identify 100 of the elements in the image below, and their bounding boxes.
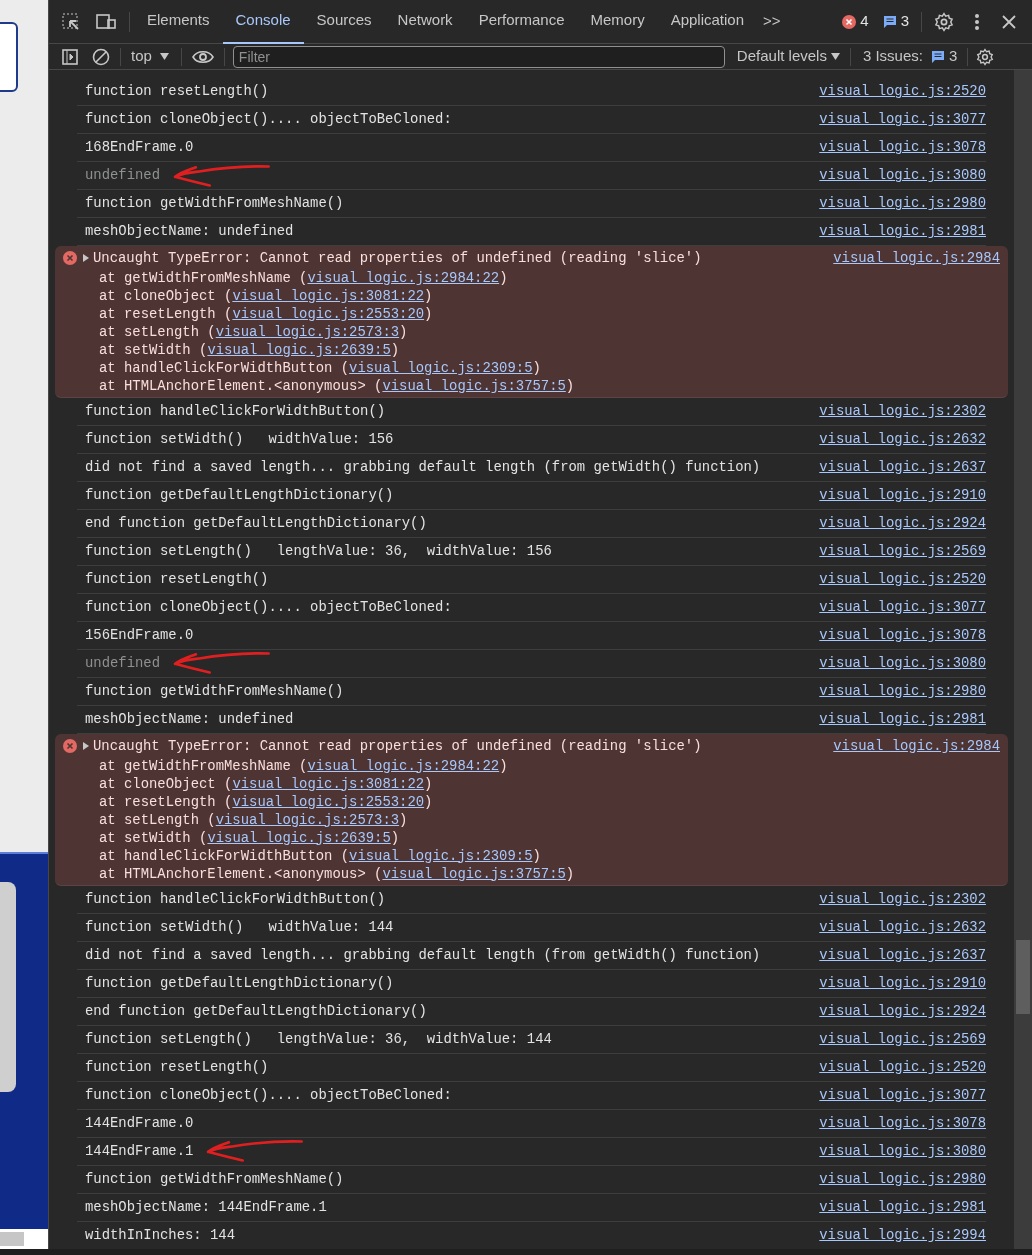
source-link[interactable]: visual_logic.js:3080 xyxy=(819,1140,986,1162)
stack-frame-link[interactable]: visual_logic.js:2573:3 xyxy=(215,811,400,828)
issues-count[interactable]: 3 xyxy=(948,45,958,68)
source-link[interactable]: visual_logic.js:2980 xyxy=(819,193,986,214)
expand-triangle-icon[interactable] xyxy=(81,740,91,751)
panel-tab[interactable]: Network xyxy=(384,0,466,44)
stack-frame-link[interactable]: visual_logic.js:2639:5 xyxy=(207,829,391,846)
expand-triangle-icon[interactable] xyxy=(81,253,91,263)
message-icon xyxy=(930,49,945,64)
source-link[interactable]: visual_logic.js:2520 xyxy=(819,1056,986,1078)
source-link[interactable]: visual_logic.js:2302 xyxy=(819,400,986,422)
stack-frame: ) xyxy=(499,757,508,774)
log-message: function resetLength() xyxy=(85,569,269,589)
panel-tab[interactable]: Application xyxy=(657,0,758,44)
source-link[interactable]: visual_logic.js:2302 xyxy=(819,888,986,910)
panel-tab[interactable]: Elements xyxy=(134,0,223,44)
log-message: function setWidth() widthValue: 144 xyxy=(85,917,394,937)
horizontal-scrollbar[interactable] xyxy=(0,1229,48,1249)
issue-count[interactable]: 3 xyxy=(900,10,909,33)
stack-frame: ) xyxy=(399,323,408,340)
source-link[interactable]: visual_logic.js:2569 xyxy=(819,540,986,562)
source-link[interactable]: visual_logic.js:2632 xyxy=(819,916,986,938)
log-message: function getWidthFromMeshName() xyxy=(85,1169,344,1189)
issues-label[interactable]: 3 Issues: xyxy=(862,45,923,68)
stack-frame: at cloneObject ( xyxy=(99,287,233,304)
log-message: function getWidthFromMeshName() xyxy=(85,194,344,214)
source-link[interactable]: visual_logic.js:2910 xyxy=(819,484,986,506)
panel-tab[interactable]: Memory xyxy=(577,0,658,44)
source-link[interactable]: visual_logic.js:3077 xyxy=(819,596,986,618)
stack-frame-link[interactable]: visual_logic.js:2984:22 xyxy=(307,269,500,286)
device-toolbar-icon[interactable] xyxy=(95,11,117,32)
settings-icon[interactable] xyxy=(976,47,995,66)
close-icon[interactable] xyxy=(1002,14,1016,29)
source-link[interactable]: visual_logic.js:2984 xyxy=(833,735,1000,757)
source-link[interactable]: visual_logic.js:3080 xyxy=(819,652,986,674)
stack-frame-link[interactable]: visual_logic.js:3757:5 xyxy=(382,865,566,882)
log-message: 168EndFrame.0 xyxy=(85,138,194,158)
log-levels-dropdown[interactable]: Default levels xyxy=(736,45,840,68)
source-link[interactable]: visual_logic.js:3078 xyxy=(819,1112,986,1134)
source-link[interactable]: visual_logic.js:2981 xyxy=(819,221,986,242)
source-link[interactable]: visual_logic.js:2924 xyxy=(819,512,986,534)
error-count[interactable]: 4 xyxy=(860,10,869,33)
source-link[interactable]: visual_logic.js:2520 xyxy=(819,568,986,590)
more-tabs-button[interactable]: >> xyxy=(757,10,787,33)
stack-frame-link[interactable]: visual_logic.js:3081:22 xyxy=(232,775,425,792)
source-link[interactable]: visual_logic.js:2637 xyxy=(819,944,986,966)
settings-icon[interactable] xyxy=(934,11,954,32)
source-link[interactable]: visual_logic.js:3078 xyxy=(819,137,986,158)
source-link[interactable]: visual_logic.js:2924 xyxy=(819,1000,986,1022)
source-link[interactable]: visual_logic.js:3077 xyxy=(819,1084,986,1106)
eye-icon[interactable] xyxy=(191,49,214,64)
source-link[interactable]: visual_logic.js:2637 xyxy=(819,456,986,478)
source-link[interactable]: visual_logic.js:3078 xyxy=(819,624,986,646)
log-message: function resetLength() xyxy=(85,82,269,102)
source-link[interactable]: visual_logic.js:2520 xyxy=(819,81,986,102)
context-dropdown[interactable]: top xyxy=(131,45,169,68)
stack-frame: at handleClickForWidthButton ( xyxy=(99,847,350,864)
clear-console-icon[interactable] xyxy=(92,47,110,66)
source-link[interactable]: visual_logic.js:3080 xyxy=(819,165,986,186)
source-link[interactable]: visual_logic.js:2984 xyxy=(833,248,1000,269)
panel-tab[interactable]: Performance xyxy=(465,0,578,44)
source-link[interactable]: visual_logic.js:3077 xyxy=(819,109,986,130)
stack-frame-link[interactable]: visual_logic.js:2309:5 xyxy=(349,847,533,864)
source-link[interactable]: visual_logic.js:2910 xyxy=(819,972,986,994)
stack-frame-link[interactable]: visual_logic.js:2573:3 xyxy=(215,323,400,340)
error-icon xyxy=(842,14,857,29)
error-message: Uncaught TypeError: Cannot read properties of undefined (reading 'slice') xyxy=(93,249,703,268)
stack-frame-link[interactable]: visual_logic.js:2309:5 xyxy=(349,359,533,376)
inspect-element-icon[interactable] xyxy=(61,11,81,32)
stack-frame: at setLength ( xyxy=(99,811,216,828)
sidebar-toggle-icon[interactable] xyxy=(62,48,78,65)
stack-frame: ) xyxy=(565,377,575,394)
log-message: function getDefaultLengthDictionary() xyxy=(85,973,394,993)
stack-frame-link[interactable]: visual_logic.js:2984:22 xyxy=(307,757,500,774)
vertical-scrollbar[interactable] xyxy=(1014,70,1032,1249)
message-icon xyxy=(882,14,897,29)
stack-frame: at resetLength ( xyxy=(99,305,233,322)
source-link[interactable]: visual_logic.js:2980 xyxy=(819,1168,986,1190)
stack-frame-link[interactable]: visual_logic.js:2553:20 xyxy=(232,793,425,810)
source-link[interactable]: visual_logic.js:2994 xyxy=(819,1224,986,1246)
log-message: widthInInches: 144 xyxy=(85,1225,236,1245)
stack-frame-link[interactable]: visual_logic.js:2553:20 xyxy=(232,305,425,322)
stack-frame: at HTMLAnchorElement.<anonymous> ( xyxy=(99,377,383,394)
source-link[interactable]: visual_logic.js:2980 xyxy=(819,680,986,702)
panel-tab[interactable]: Sources xyxy=(303,0,385,44)
log-message: function getDefaultLengthDictionary() xyxy=(85,485,394,505)
source-link[interactable]: visual_logic.js:2981 xyxy=(819,1196,986,1218)
source-link[interactable]: visual_logic.js:2632 xyxy=(819,428,986,450)
panel-tab[interactable]: Console xyxy=(222,0,304,44)
log-message: function setWidth() widthValue: 156 xyxy=(85,429,394,449)
source-link[interactable]: visual_logic.js:2981 xyxy=(819,708,986,730)
filter-field[interactable]: Filter xyxy=(232,45,725,68)
stack-frame-link[interactable]: visual_logic.js:3757:5 xyxy=(382,377,566,394)
stack-frame: at setWidth ( xyxy=(99,341,208,358)
stack-frame-link[interactable]: visual_logic.js:3081:22 xyxy=(232,287,425,304)
source-link[interactable]: visual_logic.js:2569 xyxy=(819,1028,986,1050)
error-icon xyxy=(63,738,77,753)
stack-frame-link[interactable]: visual_logic.js:2639:5 xyxy=(207,341,391,358)
stack-frame: at cloneObject ( xyxy=(99,775,233,792)
more-options-icon[interactable] xyxy=(974,12,980,31)
